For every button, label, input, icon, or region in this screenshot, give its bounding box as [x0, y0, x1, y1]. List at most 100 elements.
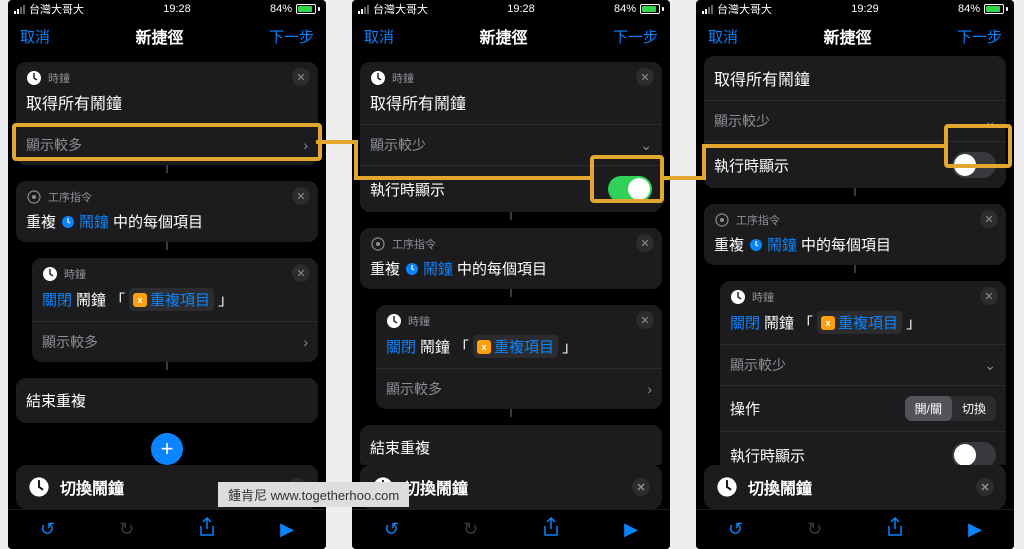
remove-action-button[interactable]: ✕ [980, 210, 998, 228]
operation-label: 操作 [730, 398, 760, 419]
clear-name-button[interactable]: ✕ [976, 478, 994, 496]
clock-icon [28, 476, 50, 498]
app-label: 時鐘 [752, 289, 774, 305]
show-less-row[interactable]: 顯示較少 ⌄ [360, 124, 662, 165]
remove-action-button[interactable]: ✕ [636, 234, 654, 252]
cancel-button[interactable]: 取消 [364, 26, 394, 47]
run-show-toggle[interactable] [952, 442, 996, 465]
clear-name-button[interactable]: ✕ [632, 478, 650, 496]
action-title: 取得所有鬧鐘 [16, 88, 318, 124]
redo-button: ↻ [807, 519, 822, 540]
action-body: 重複 鬧鐘 中的每個項目 [704, 230, 1006, 265]
undo-button[interactable]: ↺ [384, 519, 399, 540]
close-param[interactable]: 關閉 [730, 312, 760, 333]
watermark: 鍾肯尼 www.togetherhoo.com [218, 482, 409, 507]
seg-open-close[interactable]: 開/關 [905, 396, 952, 421]
remove-action-button[interactable]: ✕ [292, 187, 310, 205]
close-param[interactable]: 關閉 [386, 336, 416, 357]
action-get-alarms[interactable]: 時鐘 ✕ 取得所有鬧鐘 顯示較少 ⌄ 執行時顯示 [360, 62, 662, 212]
carrier-label: 台灣大哥大 [373, 1, 428, 17]
run-show-toggle[interactable] [608, 176, 652, 202]
action-close-alarm[interactable]: 時鐘 ✕ 關閉 鬧鐘 「 x 重複項目 」 顯示較多 › [376, 305, 662, 409]
action-body: 關閉 鬧鐘 「 x 重複項目 」 [32, 284, 318, 321]
remove-action-button[interactable]: ✕ [292, 68, 310, 86]
clock-icon [748, 237, 764, 253]
cancel-button[interactable]: 取消 [708, 26, 738, 47]
clock-icon [404, 261, 420, 277]
play-button[interactable]: ▶ [624, 519, 638, 540]
clock-icon [60, 214, 76, 230]
variable-icon: x [821, 316, 835, 330]
share-button[interactable] [198, 517, 216, 542]
action-repeat[interactable]: 工序指令 ✕ 重複 鬧鐘 中的每個項目 [16, 181, 318, 242]
run-show-label: 執行時顯示 [730, 445, 805, 466]
run-show-toggle[interactable] [952, 152, 996, 178]
operation-segmented[interactable]: 開/關 切換 [905, 396, 996, 421]
run-show-row: 執行時顯示 [360, 165, 662, 212]
phone-2: 台灣大哥大 19:28 84% 取消 新捷徑 下一步 時鐘 ✕ 取得所有鬧鐘 [352, 0, 670, 549]
remove-action-button[interactable]: ✕ [636, 311, 654, 329]
next-button[interactable]: 下一步 [269, 26, 314, 47]
clock-label: 19:28 [163, 3, 191, 15]
action-close-alarm[interactable]: 時鐘 ✕ 關閉 鬧鐘 「 x 重複項目 」 顯示較少 ⌄ [720, 281, 1006, 465]
shortcut-name: 切換鬧鐘 [404, 475, 468, 499]
show-more-label: 顯示較多 [26, 135, 82, 155]
status-bar: 台灣大哥大 19:29 84% [696, 0, 1014, 18]
show-less-row[interactable]: 顯示較少 ⌄ [704, 100, 1006, 141]
page-title: 新捷徑 [479, 24, 527, 48]
remove-action-button[interactable]: ✕ [292, 264, 310, 282]
page-title: 新捷徑 [135, 24, 183, 48]
battery-percent: 84% [614, 3, 636, 15]
repeat-item-variable[interactable]: x 重複項目 [129, 288, 214, 311]
share-button[interactable] [886, 517, 904, 542]
phone-3: 台灣大哥大 19:29 84% 取消 新捷徑 下一步 取得所有鬧鐘 顯示較少 ⌄… [696, 0, 1014, 549]
app-label: 時鐘 [48, 70, 70, 86]
alarm-variable[interactable]: 鬧鐘 [404, 258, 453, 279]
show-more-row[interactable]: 顯示較多 › [16, 124, 318, 165]
operation-row: 操作 開/關 切換 [720, 385, 1006, 431]
redo-button: ↻ [119, 519, 134, 540]
nav-bar: 取消 新捷徑 下一步 [8, 18, 326, 54]
undo-button[interactable]: ↺ [728, 519, 743, 540]
app-label: 時鐘 [392, 70, 414, 86]
battery-icon [984, 4, 1008, 14]
carrier-label: 台灣大哥大 [29, 1, 84, 17]
add-action-button[interactable]: + [151, 433, 183, 465]
cancel-button[interactable]: 取消 [20, 26, 50, 47]
action-get-alarms[interactable]: 時鐘 ✕ 取得所有鬧鐘 顯示較多 › [16, 62, 318, 165]
play-button[interactable]: ▶ [280, 519, 294, 540]
action-title: 取得所有鬧鐘 [704, 56, 1006, 100]
close-param[interactable]: 關閉 [42, 289, 72, 310]
battery-percent: 84% [958, 3, 980, 15]
signal-icon [14, 5, 25, 14]
action-get-alarms[interactable]: 取得所有鬧鐘 顯示較少 ⌄ 執行時顯示 [704, 56, 1006, 188]
show-more-row[interactable]: 顯示較多 › [32, 321, 318, 362]
run-show-row: 執行時顯示 [720, 431, 1006, 465]
alarm-variable[interactable]: 鬧鐘 [60, 211, 109, 232]
action-repeat[interactable]: 工序指令 ✕ 重複 鬧鐘 中的每個項目 [360, 228, 662, 289]
play-button[interactable]: ▶ [968, 519, 982, 540]
next-button[interactable]: 下一步 [957, 26, 1002, 47]
repeat-item-variable[interactable]: x 重複項目 [473, 335, 558, 358]
remove-action-button[interactable]: ✕ [636, 68, 654, 86]
clock-icon [370, 70, 386, 86]
action-repeat[interactable]: 工序指令 ✕ 重複 鬧鐘 中的每個項目 [704, 204, 1006, 265]
clock-icon [42, 266, 58, 282]
undo-button[interactable]: ↺ [40, 519, 55, 540]
seg-toggle[interactable]: 切換 [952, 396, 996, 421]
redo-button: ↻ [463, 519, 478, 540]
clock-icon [386, 313, 402, 329]
action-body: 關閉 鬧鐘 「 x 重複項目 」 [720, 307, 1006, 344]
alarm-variable[interactable]: 鬧鐘 [748, 234, 797, 255]
nav-bar: 取消 新捷徑 下一步 [352, 18, 670, 54]
action-close-alarm[interactable]: 時鐘 ✕ 關閉 鬧鐘 「 x 重複項目 」 顯示較多 › [32, 258, 318, 362]
show-less-row[interactable]: 顯示較少 ⌄ [720, 344, 1006, 385]
show-more-row[interactable]: 顯示較多 › [376, 368, 662, 409]
shortcut-bar[interactable]: 切換鬧鐘 ✕ [704, 465, 1006, 509]
share-button[interactable] [542, 517, 560, 542]
repeat-item-variable[interactable]: x 重複項目 [817, 311, 902, 334]
next-button[interactable]: 下一步 [613, 26, 658, 47]
chevron-right-icon: › [303, 334, 308, 350]
signal-icon [702, 5, 713, 14]
remove-action-button[interactable]: ✕ [980, 287, 998, 305]
